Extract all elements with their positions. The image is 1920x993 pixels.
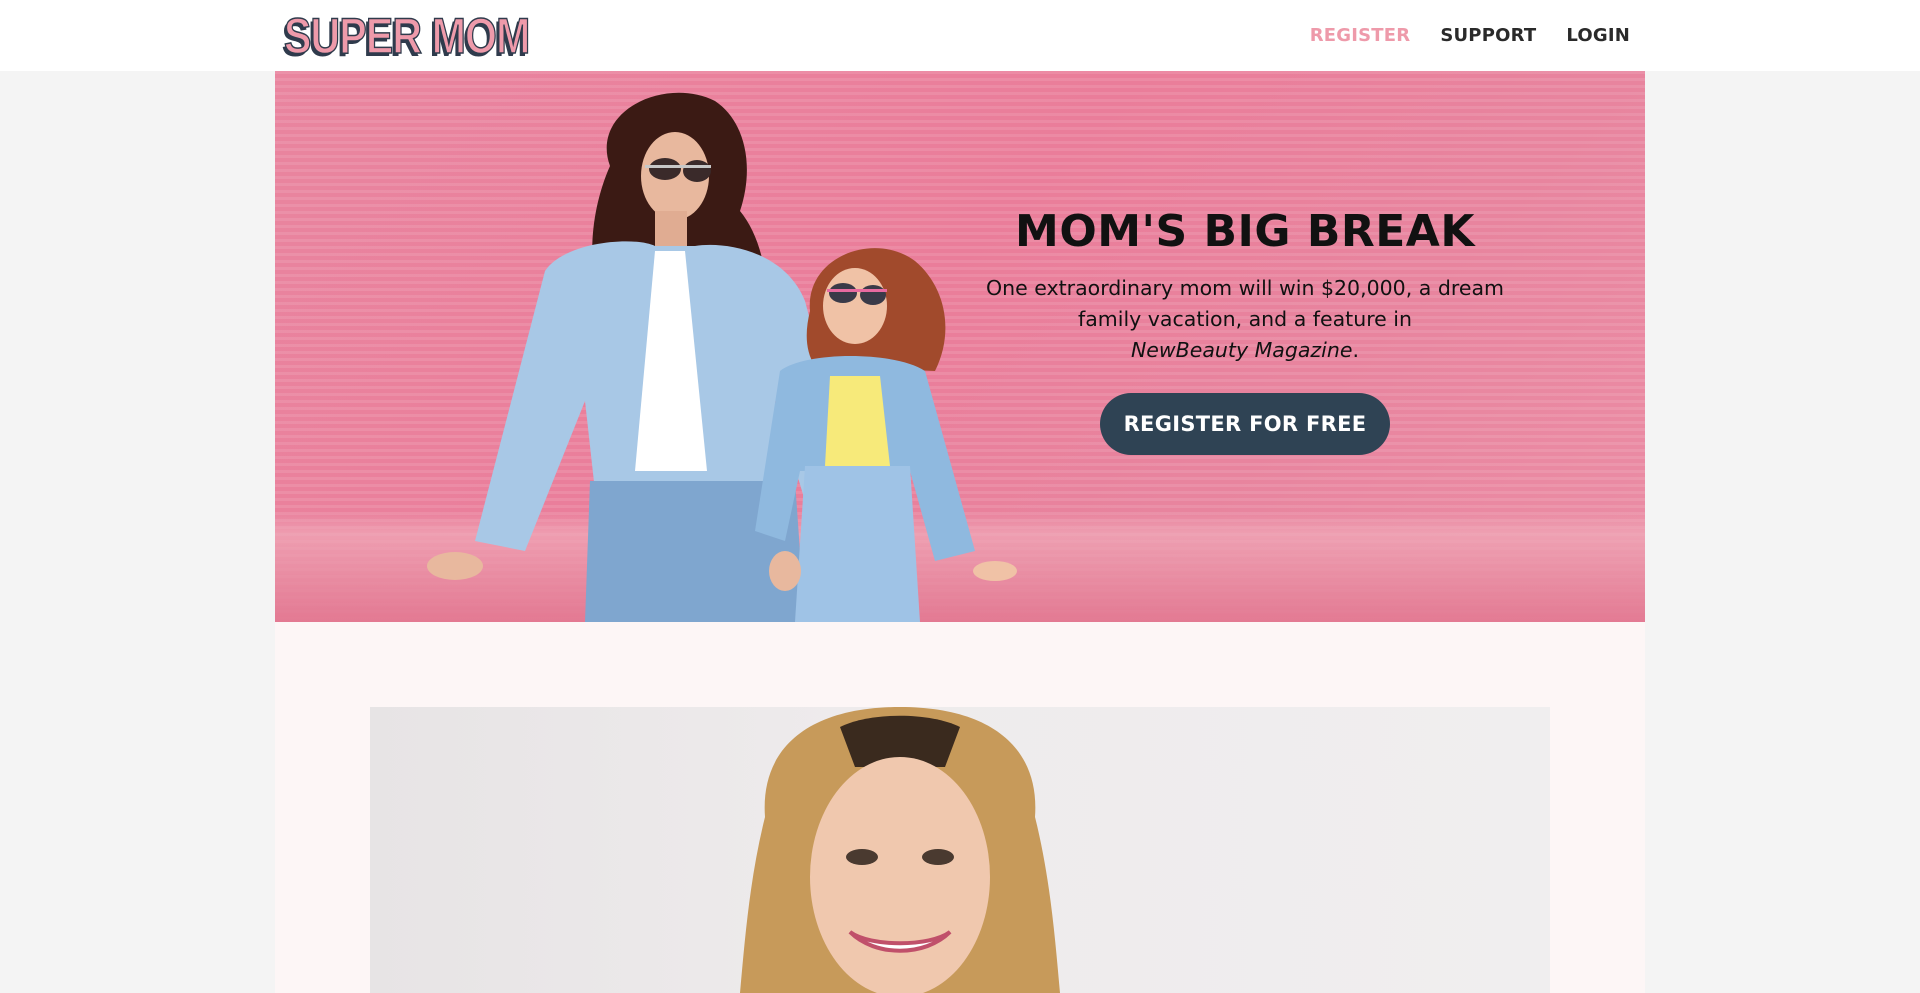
magazine-name: NewBeauty Magazine <box>1130 337 1353 362</box>
featured-portrait-photo <box>370 707 1550 993</box>
hero-text-line1: One extraordinary mom will win $20,000, … <box>986 275 1504 300</box>
nav-login-link[interactable]: LOGIN <box>1566 25 1630 46</box>
hero-description: One extraordinary mom will win $20,000, … <box>965 273 1525 366</box>
site-logo[interactable]: SUPER MOM <box>283 8 531 64</box>
portrait-image <box>740 707 1060 993</box>
featured-section <box>275 622 1645 993</box>
nav-register-link[interactable]: REGISTER <box>1310 25 1411 46</box>
main-nav: REGISTER SUPPORT LOGIN <box>1310 0 1630 71</box>
hero-title: MOM'S BIG BREAK <box>1015 206 1475 257</box>
register-for-free-button[interactable]: REGISTER FOR FREE <box>1099 392 1391 455</box>
site-header: SUPER MOM REGISTER SUPPORT LOGIN <box>0 0 1920 71</box>
hero-banner: MOM'S BIG BREAK One extraordinary mom wi… <box>275 71 1645 622</box>
hero-text-period: . <box>1352 337 1360 362</box>
hero-photo-mother-daughter <box>427 92 1017 622</box>
hero-content: MOM'S BIG BREAK One extraordinary mom wi… <box>965 206 1525 455</box>
hero-text-line2: family vacation, and a feature in <box>1078 306 1412 331</box>
nav-support-link[interactable]: SUPPORT <box>1440 25 1536 46</box>
